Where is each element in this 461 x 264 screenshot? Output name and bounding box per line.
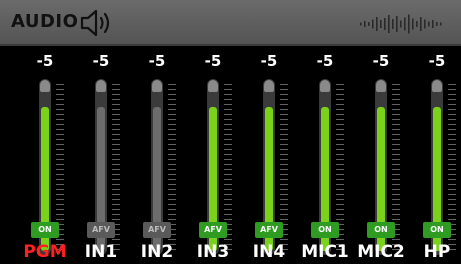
channel-db-value: -5 (148, 52, 166, 70)
channel-in1: -5 AFV IN1 (83, 46, 139, 264)
channel-on-button[interactable]: ON (367, 222, 395, 238)
channel-afv-button[interactable]: AFV (255, 222, 283, 238)
fader-handle[interactable] (432, 80, 442, 92)
channel-name-label: IN1 (84, 242, 118, 262)
channel-name-label: IN4 (252, 242, 286, 262)
channel-in3: -5 AFV IN3 (195, 46, 251, 264)
audio-levels-icon (360, 14, 442, 34)
channel-on-button[interactable]: ON (311, 222, 339, 238)
channel-in4: -5 AFV IN4 (251, 46, 307, 264)
channel-name-label: IN3 (196, 242, 230, 262)
speaker-icon (80, 9, 110, 37)
channel-on-button[interactable]: ON (31, 222, 59, 238)
channel-afv-button[interactable]: AFV (87, 222, 115, 238)
fader-handle[interactable] (320, 80, 330, 92)
channel-name-label: PGM (23, 242, 67, 262)
channel-mic1: -5 ON MIC1 (301, 46, 363, 264)
channel-db-value: -5 (316, 52, 334, 70)
channel-db-value: -5 (428, 52, 446, 70)
channel-mic2: -5 ON MIC2 (357, 46, 419, 264)
fader-handle[interactable] (152, 80, 162, 92)
channel-db-value: -5 (260, 52, 278, 70)
channel-afv-button[interactable]: AFV (143, 222, 171, 238)
channel-name-label: MIC1 (301, 242, 349, 262)
fader-handle[interactable] (376, 80, 386, 92)
channel-name-label: MIC2 (357, 242, 405, 262)
channel-db-value: -5 (92, 52, 110, 70)
channel-name-label: HP (423, 242, 451, 262)
page-title: AUDIO (11, 11, 79, 32)
channel-in2: -5 AFV IN2 (139, 46, 195, 264)
channel-afv-button[interactable]: AFV (199, 222, 227, 238)
channel-db-value: -5 (36, 52, 54, 70)
channel-name-label: IN2 (140, 242, 174, 262)
channel-db-value: -5 (204, 52, 222, 70)
channel-db-value: -5 (372, 52, 390, 70)
fader-handle[interactable] (264, 80, 274, 92)
channel-on-button[interactable]: ON (423, 222, 451, 238)
fader-handle[interactable] (40, 80, 50, 92)
fader-handle[interactable] (208, 80, 218, 92)
channel-strip: -5 ON PGM -5 AFV IN1 -5 AFV IN2 -5 AFV IN3 -5 AFV IN4-… (0, 46, 461, 264)
channel-hp: -5 ON HP (419, 46, 461, 264)
channel-pgm: -5 ON PGM (23, 46, 83, 264)
fader-handle[interactable] (96, 80, 106, 92)
audio-header: AUDIO (0, 0, 461, 46)
